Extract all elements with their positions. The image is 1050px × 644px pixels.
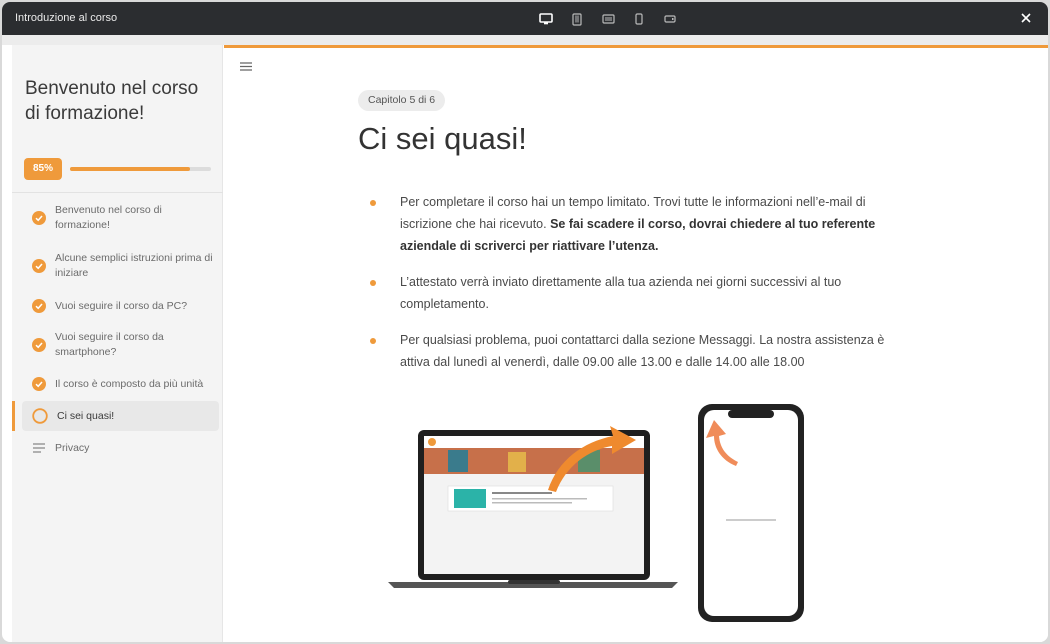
desktop-icon[interactable] [537,10,555,28]
lesson-label: Ci sei quasi! [57,409,115,422]
app-window: Introduzione al corso Benvenuto nel cors… [2,2,1048,642]
top-spacer [2,35,1048,45]
course-title: Benvenuto nel corso di formazione! [25,78,199,124]
devices-illustration [388,404,804,622]
check-circle-icon [32,338,46,352]
lesson-item[interactable]: Benvenuto nel corso di formazione! [12,203,223,233]
title-bar: Introduzione al corso [2,2,1048,35]
phone-landscape-icon[interactable] [661,10,679,28]
text-lines-icon [33,443,45,453]
hamburger-menu-icon[interactable] [238,59,254,73]
bullet-item: Per completare il corso hai un tempo lim… [364,191,904,257]
sidebar-divider [12,192,223,193]
lesson-item[interactable]: Alcune semplici istruzioni prima di iniz… [12,251,223,281]
phone-illustration [698,404,804,622]
lesson-label: Benvenuto nel corso di formazione! [55,204,162,231]
bullet-item: Per qualsiasi problema, puoi contattarci… [364,329,904,373]
progress-percent-badge: 85% [24,158,62,180]
check-circle-icon [32,299,46,313]
empty-circle-icon [32,408,48,424]
lesson-item[interactable]: Vuoi seguire il corso da smartphone? [12,330,223,360]
lesson-item[interactable]: Privacy [12,439,223,457]
lesson-item[interactable]: Il corso è composto da più unità [12,375,223,393]
lesson-heading: Ci sei quasi! [358,121,527,156]
close-icon[interactable] [1018,10,1034,26]
phone-icon[interactable] [630,10,648,28]
tablet-icon[interactable] [568,10,586,28]
check-circle-icon [32,211,46,225]
progress-bar-track [70,167,211,171]
lesson-item[interactable]: Vuoi seguire il corso da PC? [12,297,223,315]
chapter-badge: Capitolo 5 di 6 [358,90,446,111]
device-preview-toolbar [537,10,679,28]
lesson-label: Vuoi seguire il corso da PC? [55,299,188,312]
lesson-item-current[interactable]: Ci sei quasi! [12,401,219,431]
check-circle-icon [32,259,46,273]
lesson-list: Benvenuto nel corso di formazione! Alcun… [12,203,223,461]
check-circle-icon [32,377,46,391]
lesson-label: Privacy [55,441,90,454]
course-sidebar: Benvenuto nel corso di formazione! 85% B… [12,45,223,642]
tablet-landscape-icon[interactable] [599,10,617,28]
bullet-list: Per completare il corso hai un tempo lim… [364,191,904,387]
laptop-illustration [388,430,678,588]
course-progress: 85% [24,158,214,180]
bullet-item: L’attestato verrà inviato direttamente a… [364,271,904,315]
window-title: Introduzione al corso [15,12,118,24]
accent-top-line [224,45,1048,48]
lesson-label: Vuoi seguire il corso da smartphone? [55,331,164,358]
progress-bar-fill [70,167,190,171]
lesson-content: Capitolo 5 di 6 Ci sei quasi! Per comple… [224,45,1048,642]
lesson-label: Il corso è composto da più unità [55,377,204,390]
lesson-label: Alcune semplici istruzioni prima di iniz… [55,252,213,279]
